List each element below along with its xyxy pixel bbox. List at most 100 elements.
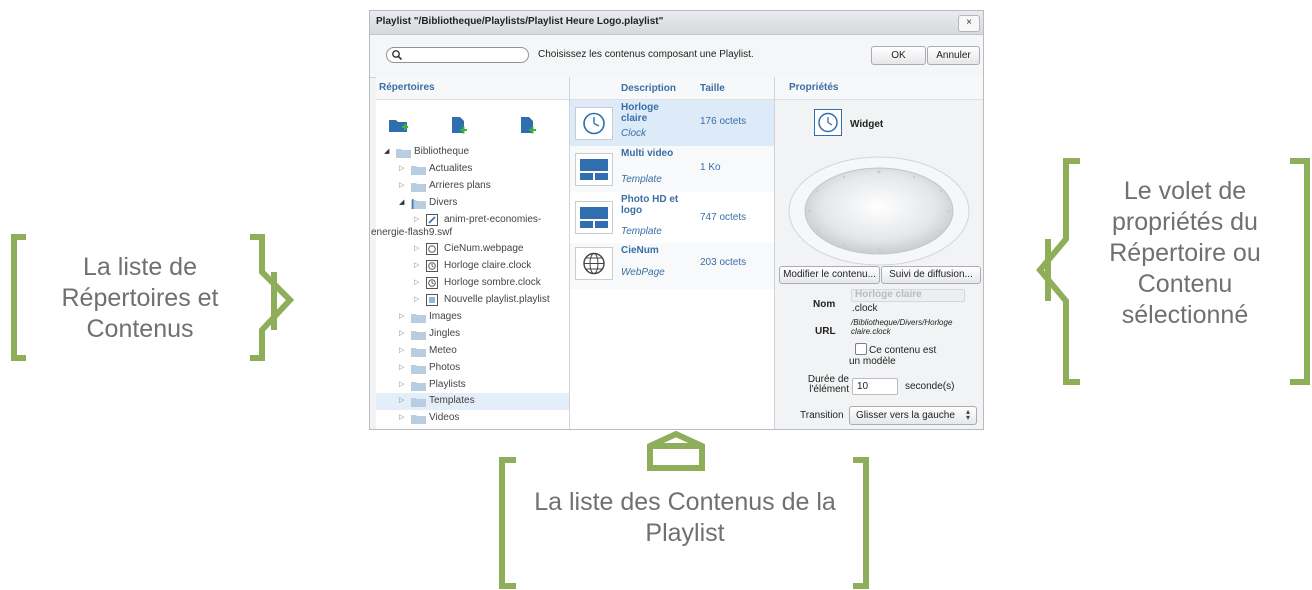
add-folder-icon[interactable] bbox=[388, 117, 410, 135]
search-input[interactable] bbox=[386, 47, 529, 63]
collapsed-arrow-icon[interactable]: ▷ bbox=[414, 296, 422, 304]
tree-item-label: Horloge claire.clock bbox=[444, 260, 532, 271]
row-description: Horloge claire bbox=[621, 102, 659, 124]
collapsed-arrow-icon[interactable]: ▷ bbox=[399, 414, 407, 422]
collapsed-arrow-icon[interactable]: ▷ bbox=[399, 381, 407, 389]
tree-item-photos[interactable]: ▷ Photos bbox=[376, 360, 569, 377]
select-arrows-icon: ▴ ▾ bbox=[965, 407, 970, 422]
broadcast-tracking-button[interactable]: Suivi de diffusion... bbox=[881, 266, 981, 284]
row-size: 1 Ko bbox=[700, 162, 721, 173]
clock-icon bbox=[426, 277, 438, 289]
annotation-right: Le volet de propriétés du Répertoire ou … bbox=[1109, 177, 1261, 329]
collapsed-arrow-icon[interactable]: ▷ bbox=[399, 330, 407, 338]
playlist-row[interactable]: CieNum WebPage 203 octets bbox=[570, 243, 774, 289]
collapsed-arrow-icon[interactable]: ▷ bbox=[399, 182, 407, 190]
tree-item-meteo[interactable]: ▷ Meteo bbox=[376, 343, 569, 360]
name-field[interactable]: Horloge claire bbox=[851, 289, 965, 302]
tree-item-horloge-claire[interactable]: ▷ Horloge claire.clock bbox=[376, 258, 569, 275]
duration-value: 10 bbox=[857, 381, 869, 392]
tree-item-jingles[interactable]: ▷ Jingles bbox=[376, 326, 569, 343]
template-icon bbox=[575, 201, 613, 234]
collapsed-arrow-icon[interactable]: ▷ bbox=[414, 216, 422, 224]
column-size[interactable]: Taille bbox=[700, 83, 725, 94]
folder-icon bbox=[411, 382, 426, 391]
tree-item-label: Divers bbox=[429, 197, 458, 208]
tree-item-label: Bibliotheque bbox=[414, 146, 470, 157]
folder-icon bbox=[411, 415, 426, 424]
collapsed-arrow-icon[interactable]: ▷ bbox=[399, 364, 407, 372]
expanded-arrow-icon[interactable]: ◢ bbox=[399, 199, 407, 207]
properties-pane: Propriétés Widget Modifier le contenu...… bbox=[775, 77, 983, 429]
tree-item-bibliotheque[interactable]: ◢ Bibliotheque bbox=[376, 144, 569, 161]
tree-item-label: CieNum.webpage bbox=[444, 243, 524, 254]
row-description: Multi video bbox=[621, 148, 674, 159]
dialog-title: Playlist "/Bibliotheque/Playlists/Playli… bbox=[376, 16, 664, 27]
collapsed-arrow-icon[interactable]: ▷ bbox=[399, 165, 407, 173]
tree-item-videos[interactable]: ▷ Videos bbox=[376, 410, 569, 427]
tree-item-label: Meteo bbox=[429, 345, 457, 356]
template-icon bbox=[575, 153, 613, 186]
tree-item-label-continued: energie-flash9.swf bbox=[371, 227, 453, 238]
tree-item-label: Photos bbox=[429, 362, 461, 373]
collapsed-arrow-icon[interactable]: ▷ bbox=[414, 245, 422, 253]
playlist-dialog: Playlist "/Bibliotheque/Playlists/Playli… bbox=[369, 10, 984, 430]
folder-icon bbox=[411, 183, 426, 192]
folder-icon bbox=[411, 365, 426, 374]
collapsed-arrow-icon[interactable]: ▷ bbox=[399, 347, 407, 355]
row-description: CieNum bbox=[621, 245, 659, 256]
modify-content-button[interactable]: Modifier le contenu... bbox=[779, 266, 880, 284]
collapsed-arrow-icon[interactable]: ▷ bbox=[399, 313, 407, 321]
collapsed-arrow-icon[interactable]: ▷ bbox=[414, 262, 422, 270]
tree-item-label: Horloge sombre.clock bbox=[444, 277, 541, 288]
url-label: URL bbox=[815, 326, 836, 337]
collapsed-arrow-icon[interactable]: ▷ bbox=[414, 279, 422, 287]
expanded-arrow-icon[interactable]: ◢ bbox=[384, 148, 392, 156]
directories-header: Répertoires bbox=[376, 77, 569, 100]
transition-select[interactable]: Glisser vers la gauche ▴ ▾ bbox=[849, 406, 977, 425]
playlist-row[interactable]: Horloge claire Clock 176 octets bbox=[570, 100, 774, 146]
clock-icon bbox=[575, 107, 613, 140]
globe-icon bbox=[575, 247, 613, 280]
tree-item-actualites[interactable]: ▷ Actualites bbox=[376, 161, 569, 178]
name-value: Horloge claire bbox=[855, 289, 922, 300]
tree-item-label: Images bbox=[429, 311, 462, 322]
widget-label: Widget bbox=[850, 119, 884, 130]
instructions-text: Choisissez les contenus composant une Pl… bbox=[538, 49, 754, 60]
tree-item-label: Actualites bbox=[429, 163, 473, 174]
tree-item-divers[interactable]: ◢ Divers bbox=[376, 195, 569, 212]
tree-item-nouvelle-playlist[interactable]: ▷ Nouvelle playlist.playlist bbox=[376, 292, 569, 309]
tree-item-playlists[interactable]: ▷ Playlists bbox=[376, 377, 569, 394]
name-label: Nom bbox=[813, 299, 836, 310]
playlist-row[interactable]: Photo HD et logo Template 747 octets bbox=[570, 192, 774, 242]
duration-unit: seconde(s) bbox=[905, 381, 955, 392]
row-size: 203 octets bbox=[700, 257, 747, 268]
annotation-left: La liste de Répertoires et Contenus bbox=[61, 253, 219, 343]
tree-item-templates[interactable]: ▷ Templates bbox=[376, 393, 569, 410]
tree-item-label: Videos bbox=[429, 412, 460, 423]
open-folder-icon bbox=[411, 199, 426, 209]
folder-icon bbox=[396, 149, 411, 158]
ok-button[interactable]: OK bbox=[871, 46, 926, 65]
folder-icon bbox=[411, 166, 426, 175]
tree-item-cienum-webpage[interactable]: ▷ CieNum.webpage bbox=[376, 241, 569, 258]
clock-icon bbox=[814, 109, 842, 136]
clock-preview bbox=[788, 156, 970, 266]
properties-title: Propriétés bbox=[789, 82, 839, 93]
column-description[interactable]: Description bbox=[621, 83, 676, 94]
row-type: Template bbox=[621, 174, 662, 185]
transition-label: Transition bbox=[800, 410, 844, 421]
tree-item-arrieres-plans[interactable]: ▷ Arrieres plans bbox=[376, 178, 569, 195]
tree-item-images[interactable]: ▷ Images bbox=[376, 309, 569, 326]
playlist-contents-pane: Description Taille Horloge claire Clock … bbox=[570, 77, 775, 429]
duration-input[interactable]: 10 bbox=[852, 378, 898, 395]
playlist-row[interactable]: Multi video Template 1 Ko bbox=[570, 146, 774, 192]
add-file-icon[interactable] bbox=[519, 116, 537, 135]
flash-file-icon bbox=[426, 214, 438, 226]
cancel-button[interactable]: Annuler bbox=[927, 46, 980, 65]
name-extension: .clock bbox=[852, 303, 878, 314]
add-file-icon[interactable] bbox=[450, 116, 468, 135]
tree-item-horloge-sombre[interactable]: ▷ Horloge sombre.clock bbox=[376, 275, 569, 292]
close-button[interactable]: × bbox=[958, 15, 980, 32]
tree-item-flash-file[interactable]: ▷ anim-pret-economies- energie-flash9.sw… bbox=[371, 212, 569, 240]
collapsed-arrow-icon[interactable]: ▷ bbox=[399, 397, 407, 405]
